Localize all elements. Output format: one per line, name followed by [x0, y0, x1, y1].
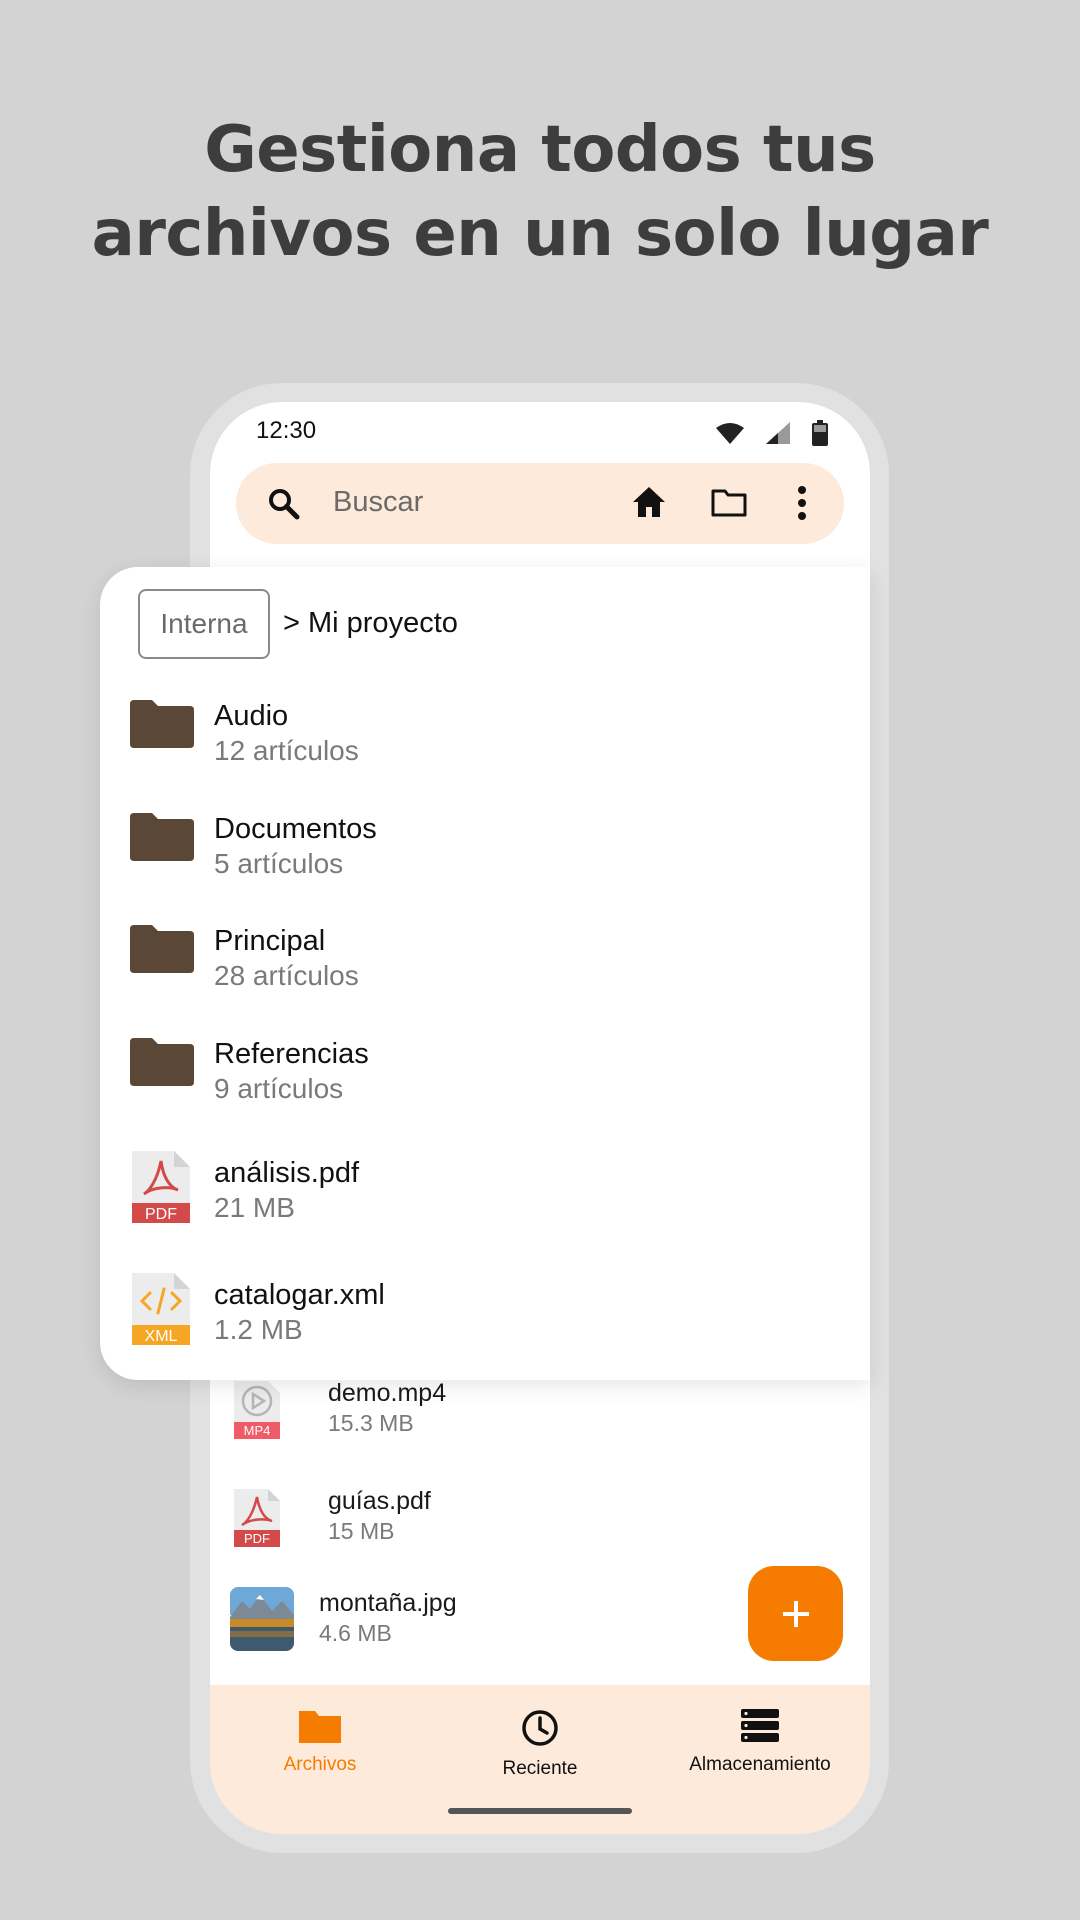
folder-icon	[299, 1711, 341, 1743]
file-size: 1.2 MB	[214, 1314, 303, 1345]
folder-name: Principal	[214, 925, 326, 957]
more-options-icon[interactable]	[796, 485, 808, 521]
home-indicator[interactable]	[448, 1808, 632, 1814]
folder-icon	[130, 1038, 194, 1086]
nav-label: Archivos	[283, 1754, 357, 1775]
pdf-file-icon: PDF	[234, 1489, 280, 1547]
list-item[interactable]: Audio 12 artículos	[130, 692, 830, 782]
folder-name: Referencias	[214, 1038, 369, 1070]
breadcrumb-root[interactable]: Interna	[138, 589, 270, 659]
status-time: 12:30	[256, 417, 317, 444]
storage-icon	[741, 1709, 779, 1742]
file-name: guías.pdf	[328, 1487, 431, 1515]
folder-icon	[130, 925, 194, 973]
file-size: 21 MB	[214, 1192, 295, 1223]
list-item[interactable]: PDF guías.pdf 15 MB	[230, 1485, 870, 1565]
bottom-navigation: Archivos Reciente Almacenamiento	[210, 1685, 870, 1834]
list-item[interactable]: MP4 demo.mp4 15.3 MB	[230, 1377, 870, 1457]
folder-outline-icon[interactable]	[711, 487, 747, 517]
image-thumbnail	[230, 1587, 294, 1651]
breadcrumb-path[interactable]: > Mi proyecto	[283, 607, 458, 640]
folder-card: Interna > Mi proyecto Audio 12 artículos…	[100, 567, 870, 1380]
file-size: 4.6 MB	[319, 1620, 392, 1646]
folder-name: Documentos	[214, 813, 377, 845]
list-item[interactable]: Referencias 9 artículos	[130, 1030, 830, 1120]
list-item[interactable]: PDF análisis.pdf 21 MB	[130, 1149, 830, 1239]
folder-name: Audio	[214, 700, 289, 732]
search-bar[interactable]: Buscar	[236, 463, 844, 544]
battery-icon	[812, 420, 828, 446]
nav-item-reciente[interactable]: Reciente	[440, 1709, 640, 1780]
svg-text:XML: XML	[145, 1328, 178, 1345]
nav-label: Reciente	[502, 1758, 578, 1779]
file-size: 15 MB	[328, 1518, 395, 1544]
signal-icon	[766, 422, 790, 444]
home-icon[interactable]	[631, 485, 667, 519]
item-count: 9 artículos	[214, 1073, 344, 1104]
status-bar: 12:30	[210, 402, 870, 458]
folder-icon	[130, 813, 194, 861]
item-count: 12 artículos	[214, 735, 359, 766]
headline-line-1: Gestiona todos tus	[204, 113, 876, 187]
nav-item-almacenamiento[interactable]: Almacenamiento	[660, 1709, 860, 1776]
nav-item-archivos[interactable]: Archivos	[220, 1709, 420, 1776]
plus-icon	[782, 1600, 809, 1627]
list-item[interactable]: Principal 28 artículos	[130, 917, 830, 1007]
clock-icon	[522, 1710, 558, 1746]
search-icon[interactable]	[268, 488, 300, 520]
list-item[interactable]: XML catalogar.xml 1.2 MB	[130, 1271, 830, 1361]
headline: Gestiona todos tus archivos en un solo l…	[0, 108, 1080, 276]
add-button[interactable]	[748, 1566, 843, 1661]
file-name: montaña.jpg	[319, 1589, 457, 1617]
item-count: 5 artículos	[214, 848, 344, 879]
headline-line-2: archivos en un solo lugar	[91, 197, 989, 271]
list-item[interactable]: Documentos 5 artículos	[130, 805, 830, 895]
wifi-icon	[716, 423, 744, 444]
file-size: 15.3 MB	[328, 1410, 414, 1436]
svg-text:PDF: PDF	[244, 1531, 270, 1546]
mp4-file-icon: MP4	[234, 1381, 280, 1439]
item-count: 28 artículos	[214, 960, 359, 991]
folder-icon	[130, 700, 194, 748]
svg-text:MP4: MP4	[244, 1423, 271, 1438]
svg-text:PDF: PDF	[145, 1206, 177, 1223]
search-input[interactable]: Buscar	[333, 486, 423, 519]
nav-label: Almacenamiento	[689, 1754, 831, 1775]
file-name: catalogar.xml	[214, 1279, 385, 1311]
pdf-file-icon: PDF	[132, 1151, 190, 1223]
file-name: análisis.pdf	[214, 1157, 360, 1189]
xml-file-icon: XML	[132, 1273, 190, 1345]
file-name: demo.mp4	[328, 1379, 447, 1407]
